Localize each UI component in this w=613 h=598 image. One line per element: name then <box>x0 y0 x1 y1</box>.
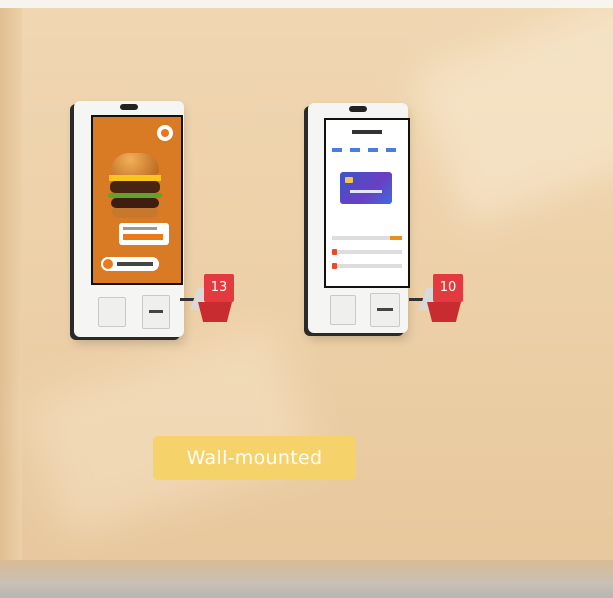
order-row <box>332 236 402 240</box>
table-number: 10 <box>433 274 463 302</box>
card-reader <box>330 295 356 325</box>
wall-mounted-badge: Wall-mounted <box>153 436 356 480</box>
kiosk-screen-payment[interactable] <box>324 118 410 288</box>
light-reflection <box>24 323 316 537</box>
brand-logo-icon <box>157 125 173 141</box>
camera-icon <box>120 104 138 110</box>
card-reader <box>98 297 126 327</box>
order-row <box>332 263 402 269</box>
receipt-printer <box>370 293 400 327</box>
kiosk-screen-burger-ad[interactable] <box>91 115 183 285</box>
camera-icon <box>349 106 367 112</box>
promo-banner <box>119 223 169 245</box>
credit-card-image <box>340 172 392 204</box>
receipt-printer <box>142 295 170 329</box>
screen-title <box>352 130 382 134</box>
table-number-stand: 10 <box>409 268 465 328</box>
floor <box>0 560 613 598</box>
burger-image <box>107 147 163 219</box>
wall-corner <box>0 8 22 568</box>
table-number-stand: 13 <box>180 268 236 328</box>
order-now-button[interactable] <box>101 257 159 271</box>
kiosk-right <box>308 103 410 333</box>
payment-tabs[interactable] <box>332 148 402 152</box>
scene: 13 10 Wall-mounted <box>0 0 613 598</box>
table-number: 13 <box>204 274 234 302</box>
order-row <box>332 249 402 255</box>
top-strip <box>0 0 613 8</box>
light-reflection <box>411 0 613 227</box>
kiosk-left <box>74 101 184 337</box>
